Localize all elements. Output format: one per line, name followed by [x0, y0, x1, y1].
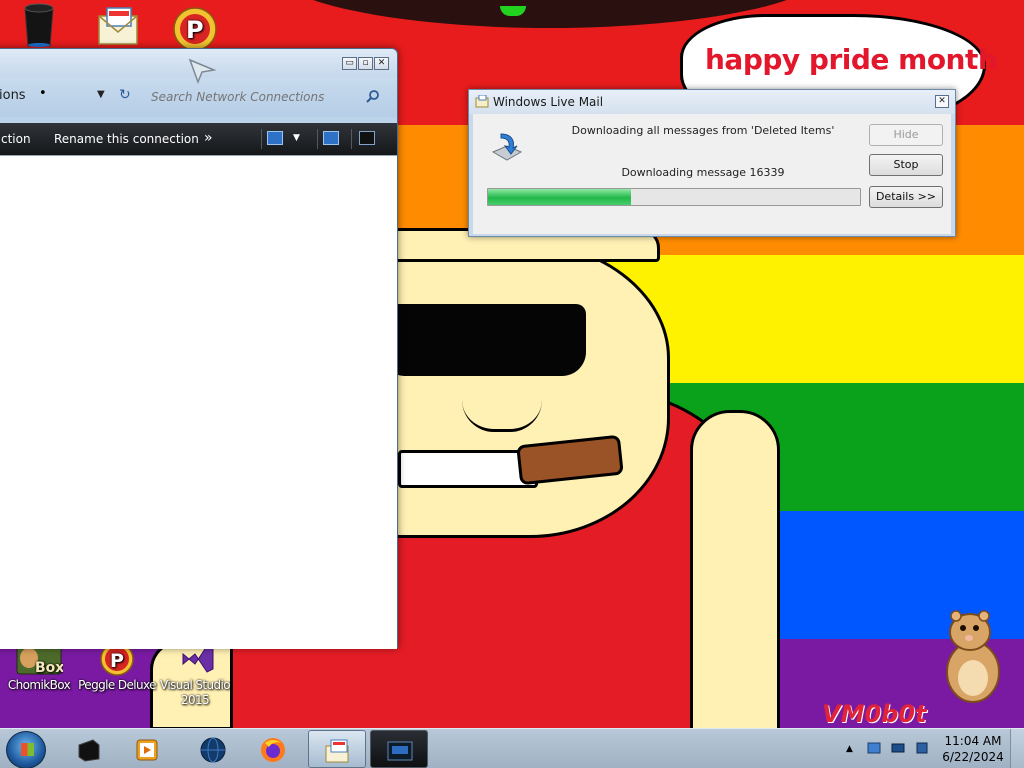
live-mail-tray-icon[interactable]: [866, 741, 882, 755]
mouse-cursor-icon: [188, 58, 216, 84]
desktop-icon-peggle-deluxe[interactable]: P Peggle Deluxe: [78, 642, 157, 693]
taskbar-item-media-player[interactable]: [118, 730, 176, 768]
connection-command[interactable]: ction: [1, 132, 31, 146]
svg-text:Box: Box: [35, 660, 63, 676]
more-commands-button[interactable]: »: [204, 130, 213, 146]
window-controls: ▭ ▫ ✕: [342, 57, 389, 70]
stop-button[interactable]: Stop: [869, 154, 943, 176]
download-animation-icon: [491, 133, 523, 161]
show-hidden-icons-icon[interactable]: ▲: [846, 744, 853, 754]
peggle-icon: P: [173, 7, 217, 51]
desktop-icon-chomikbox[interactable]: Box ChomikBox: [0, 642, 78, 693]
desktop-icon-peggle[interactable]: P: [156, 6, 234, 54]
taskbar-item-live-mail[interactable]: [308, 730, 366, 768]
close-button[interactable]: ✕: [935, 95, 949, 108]
taskbar-item-network-connections[interactable]: [370, 730, 428, 768]
change-view-icon[interactable]: [267, 131, 283, 145]
character-arm: [690, 410, 780, 728]
network-globe-icon: [200, 737, 226, 763]
download-status-text: Downloading all messages from 'Deleted I…: [571, 124, 835, 137]
desktop-icon-visual-studio[interactable]: Visual Studio 2015: [156, 642, 234, 708]
command-separator: [261, 129, 262, 149]
command-bar: ction Rename this connection » ▼: [0, 123, 397, 155]
windows-live-mail-icon: [325, 739, 349, 763]
character-sunglasses: [386, 304, 586, 376]
system-clock[interactable]: 11:04 AM 6/22/2024: [942, 733, 1004, 765]
firefox-icon: [261, 738, 285, 762]
hide-button[interactable]: Hide: [869, 124, 943, 146]
preview-pane-icon[interactable]: [323, 131, 339, 145]
connections-list-pane[interactable]: [0, 155, 397, 649]
windows-live-mail-icon: [475, 95, 489, 108]
start-button[interactable]: [6, 731, 46, 768]
download-progress-bar: [487, 188, 861, 206]
hamster-icon: [946, 610, 1000, 703]
volume-icon[interactable]: [914, 741, 930, 755]
wallpaper-watermark: VM0b0t: [822, 700, 927, 728]
help-icon[interactable]: [359, 131, 375, 145]
progress-fill: [488, 189, 632, 205]
command-separator: [351, 129, 352, 149]
svg-text:P: P: [186, 16, 204, 44]
taskbar-item-cmd[interactable]: [60, 730, 118, 768]
minimize-button[interactable]: ▭: [342, 57, 357, 70]
desktop-icon-recycle-bin[interactable]: [0, 2, 78, 50]
dialog-body: Downloading all messages from 'Deleted I…: [473, 114, 951, 234]
search-icon[interactable]: [366, 89, 380, 103]
taskbar-item-network[interactable]: [184, 730, 242, 768]
details-button[interactable]: Details >>: [869, 186, 943, 208]
maximize-button[interactable]: ▫: [358, 57, 373, 70]
clock-time: 11:04 AM: [944, 734, 1002, 748]
breadcrumb[interactable]: ions: [0, 88, 26, 103]
speech-bubble-text: happy pride month: [705, 43, 998, 76]
rename-connection-command[interactable]: Rename this connection: [54, 132, 199, 146]
download-message-text: Downloading message 16339: [621, 166, 785, 179]
desktop-icon-windows-live-mail[interactable]: [78, 6, 156, 50]
taskbar: ▲ 11:04 AM 6/22/2024: [0, 728, 1024, 768]
command-separator: [317, 129, 318, 149]
console-icon: [387, 741, 413, 761]
desktop-icon-label: ChomikBox: [7, 678, 71, 692]
refresh-icon[interactable]: ↻: [119, 87, 131, 103]
action-center-icon[interactable]: [890, 741, 906, 755]
recycle-bin-icon: [24, 3, 54, 47]
network-connections-window[interactable]: ▭ ▫ ✕ ions • ▼ ↻ ction Rename this conne…: [0, 48, 398, 649]
breadcrumb-separator-icon: •: [39, 86, 47, 101]
live-mail-download-dialog[interactable]: Windows Live Mail ✕ Downloading all mess…: [468, 89, 956, 237]
windows-live-mail-icon: [98, 7, 138, 45]
dialog-titlebar[interactable]: Windows Live Mail ✕: [469, 90, 955, 114]
view-dropdown-icon[interactable]: ▼: [293, 133, 300, 143]
dialog-title: Windows Live Mail: [493, 95, 604, 109]
cmd-icon: [78, 739, 100, 762]
desktop-icon-label: Visual Studio 2015: [159, 678, 231, 707]
search-input[interactable]: [143, 85, 389, 109]
windows-logo-icon: [21, 743, 34, 756]
desktop-icon-label: Peggle Deluxe: [78, 678, 156, 692]
taskbar-item-firefox[interactable]: [244, 730, 302, 768]
address-dropdown-icon[interactable]: ▼: [97, 89, 105, 100]
show-desktop-button[interactable]: [1010, 729, 1024, 768]
media-player-icon: [136, 739, 158, 761]
close-button[interactable]: ✕: [374, 57, 389, 70]
clock-date: 6/22/2024: [942, 750, 1004, 764]
svg-text:P: P: [110, 650, 124, 672]
